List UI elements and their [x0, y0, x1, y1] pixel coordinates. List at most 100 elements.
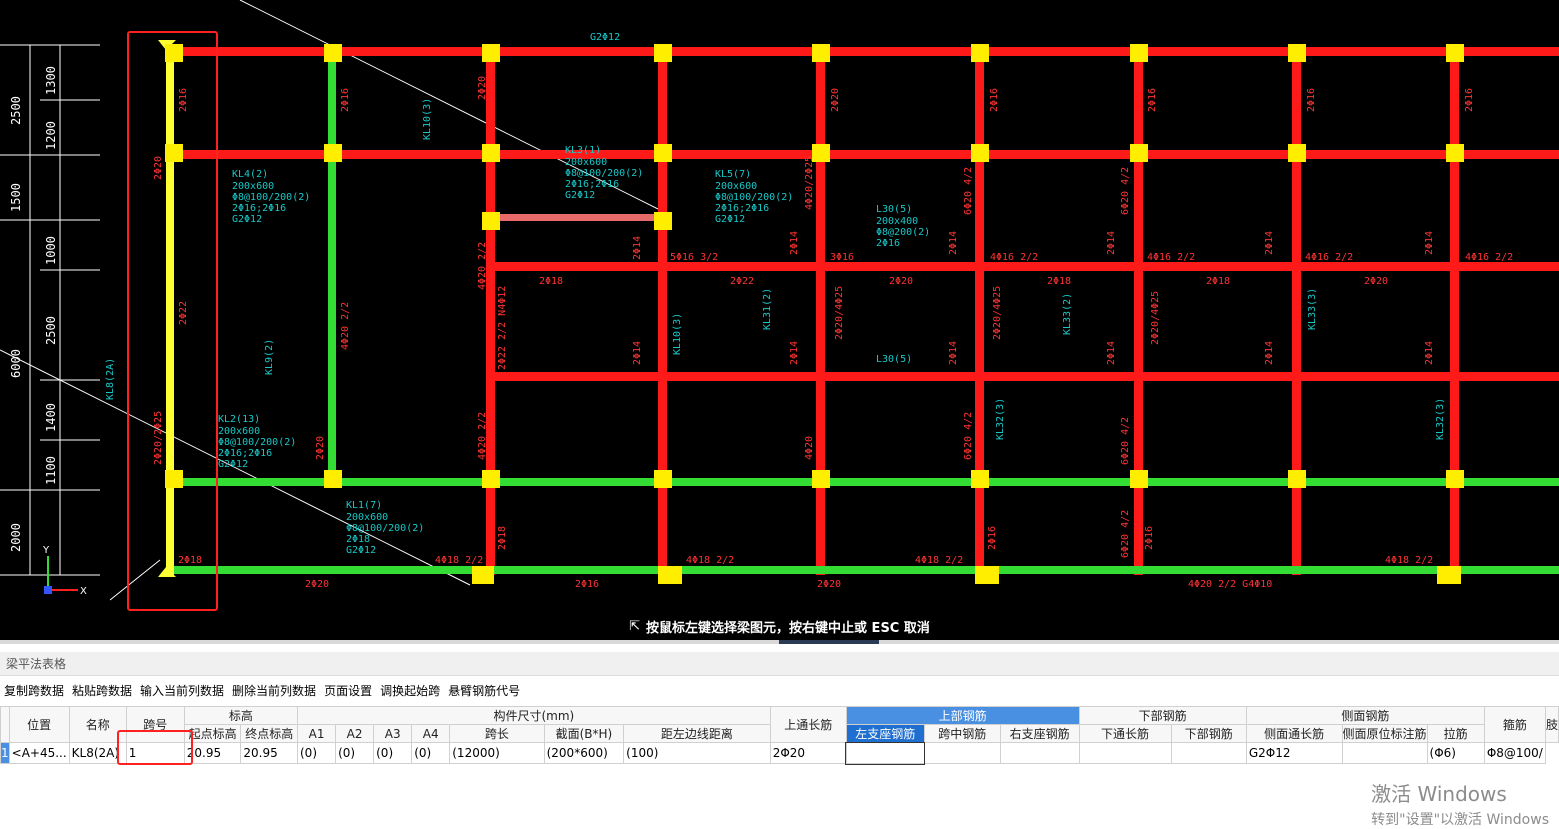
header-left-support[interactable]: 左支座钢筋 — [845, 724, 925, 743]
header-right-support[interactable]: 右支座钢筋 — [999, 724, 1080, 743]
cell-left-support[interactable] — [845, 741, 926, 765]
svg-text:200x600: 200x600 — [346, 512, 388, 523]
header-edge-distance[interactable]: 距左边线距离 — [623, 724, 771, 743]
svg-text:KL33(2): KL33(2) — [1062, 293, 1073, 335]
header-top-through[interactable]: 上通长筋 — [769, 706, 847, 743]
cell-bottom-rebar[interactable] — [1170, 742, 1247, 764]
header-group-elevation: 标高 — [183, 706, 299, 725]
red-beams[interactable] — [170, 47, 1559, 575]
svg-text:4Φ20 2/2: 4Φ20 2/2 — [477, 412, 488, 460]
svg-text:2Φ14: 2Φ14 — [1106, 341, 1117, 365]
page-setup-button[interactable]: 页面设置 — [320, 680, 376, 702]
cell-edge-distance[interactable]: (100) — [623, 742, 771, 764]
cell-span-length[interactable]: (12000) — [449, 742, 545, 764]
header-end-elev[interactable]: 终点标高 — [240, 724, 298, 743]
cell-a1[interactable]: (0) — [296, 742, 337, 764]
svg-text:2Φ14: 2Φ14 — [1424, 341, 1435, 365]
cell-top-through[interactable]: 2Φ20 — [769, 742, 847, 764]
header-a3[interactable]: A3 — [373, 724, 413, 743]
cell-tie[interactable]: (Φ6) — [1426, 742, 1485, 764]
selected-beam-kl8[interactable] — [166, 50, 174, 575]
svg-text:KL32(3): KL32(3) — [995, 398, 1006, 440]
header-span-length[interactable]: 跨长 — [449, 724, 545, 743]
header-side-original[interactable]: 侧面原位标注筋 — [1341, 724, 1428, 743]
input-column-data-button[interactable]: 输入当前列数据 — [136, 680, 228, 702]
beam-plan-drawing[interactable]: 2500 1500 6000 2000 1300 1200 1000 2500 … — [0, 0, 1559, 612]
svg-text:4Φ20: 4Φ20 — [804, 436, 815, 460]
header-stirrup[interactable]: 箍筋 — [1483, 706, 1546, 743]
row-number[interactable]: 1 — [0, 742, 10, 764]
header-rowno — [0, 706, 10, 743]
header-section[interactable]: 截面(B*H) — [543, 724, 625, 743]
panel-splitter[interactable] — [0, 640, 1559, 644]
svg-text:Φ8@100/200(2): Φ8@100/200(2) — [346, 523, 424, 534]
svg-text:2Φ16: 2Φ16 — [178, 88, 189, 112]
header-group-size: 构件尺寸(mm) — [297, 706, 771, 725]
watermark-line1: 激活 Windows — [1371, 782, 1507, 806]
header-bottom-through[interactable]: 下通长筋 — [1078, 724, 1172, 743]
cell-side-original[interactable] — [1341, 742, 1428, 764]
svg-text:G2Φ12: G2Φ12 — [590, 32, 620, 43]
svg-text:KL33(3): KL33(3) — [1307, 288, 1318, 330]
cad-drawing-canvas[interactable]: 2500 1500 6000 2000 1300 1200 1000 2500 … — [0, 0, 1559, 612]
svg-text:2Φ20/2Φ25: 2Φ20/2Φ25 — [153, 411, 164, 465]
swap-start-span-button[interactable]: 调换起始跨 — [376, 680, 444, 702]
cell-side-through[interactable]: G2Φ12 — [1245, 742, 1343, 764]
svg-text:4Φ16 2/2: 4Φ16 2/2 — [1465, 252, 1513, 263]
delete-column-data-button[interactable]: 删除当前列数据 — [228, 680, 320, 702]
copy-span-data-button[interactable]: 复制跨数据 — [0, 680, 68, 702]
svg-text:2Φ16: 2Φ16 — [340, 88, 351, 112]
header-bottom-rebar[interactable]: 下部钢筋 — [1170, 724, 1247, 743]
svg-text:2Φ14: 2Φ14 — [1264, 231, 1275, 255]
svg-text:2Φ16: 2Φ16 — [1144, 526, 1155, 550]
svg-text:2Φ14: 2Φ14 — [632, 236, 643, 260]
svg-text:Φ8@100/200(2): Φ8@100/200(2) — [218, 437, 296, 448]
header-a4[interactable]: A4 — [411, 724, 451, 743]
svg-text:3Φ16: 3Φ16 — [830, 252, 854, 263]
svg-text:2Φ16;2Φ16: 2Φ16;2Φ16 — [715, 203, 769, 214]
svg-text:2Φ20: 2Φ20 — [153, 156, 164, 180]
header-last[interactable]: 肢 — [1544, 706, 1559, 743]
header-a1[interactable]: A1 — [296, 724, 337, 743]
cantilever-rebar-code-button[interactable]: 悬臂钢筋代号 — [444, 680, 524, 702]
paste-span-data-button[interactable]: 粘贴跨数据 — [68, 680, 136, 702]
svg-text:2Φ18: 2Φ18 — [346, 534, 370, 545]
svg-text:2Φ18: 2Φ18 — [178, 555, 202, 566]
cell-end-elev[interactable]: 20.95 — [240, 742, 298, 764]
svg-text:2Φ22: 2Φ22 — [178, 301, 189, 325]
svg-text:Y: Y — [42, 545, 50, 556]
svg-text:KL8(2A): KL8(2A) — [105, 358, 116, 400]
svg-text:2Φ14: 2Φ14 — [1424, 231, 1435, 255]
svg-text:2Φ20/4Φ25: 2Φ20/4Φ25 — [834, 286, 845, 340]
header-side-through[interactable]: 侧面通长筋 — [1245, 724, 1343, 743]
svg-text:2Φ20: 2Φ20 — [305, 579, 329, 590]
svg-text:KL4(2): KL4(2) — [232, 169, 268, 180]
highlighted-beam-kl3[interactable] — [490, 214, 662, 221]
svg-text:2Φ18: 2Φ18 — [497, 526, 508, 550]
cursor-select-icon: ⇱ — [629, 618, 641, 634]
header-tie[interactable]: 拉筋 — [1426, 724, 1485, 743]
svg-text:4Φ18 2/2: 4Φ18 2/2 — [686, 555, 734, 566]
svg-text:2Φ20: 2Φ20 — [830, 88, 841, 112]
cell-a3[interactable]: (0) — [373, 742, 413, 764]
splitter-grip[interactable] — [779, 640, 879, 644]
cell-section[interactable]: (200*600) — [543, 742, 625, 764]
cell-a2[interactable]: (0) — [335, 742, 375, 764]
cell-stirrup[interactable]: Φ8@100/ — [1483, 742, 1546, 764]
panel-title: 梁平法表格 — [0, 652, 1559, 676]
table-row[interactable]: 1 <A+45... KL8(2A) 1 20.95 20.95 (0) (0)… — [0, 741, 1559, 765]
svg-text:G2Φ12: G2Φ12 — [715, 214, 745, 225]
header-mid-span[interactable]: 跨中钢筋 — [923, 724, 1001, 743]
green-beams[interactable] — [170, 52, 1559, 574]
svg-text:2Φ14: 2Φ14 — [789, 231, 800, 255]
header-a2[interactable]: A2 — [335, 724, 375, 743]
header-position[interactable]: 位置 — [8, 706, 70, 743]
cell-a4[interactable]: (0) — [411, 742, 451, 764]
cell-bottom-through[interactable] — [1078, 742, 1172, 764]
cell-right-support[interactable] — [999, 742, 1080, 764]
svg-text:4Φ18 2/2: 4Φ18 2/2 — [915, 555, 963, 566]
svg-text:2Φ16;2Φ16: 2Φ16;2Φ16 — [232, 203, 286, 214]
cell-mid-span[interactable] — [923, 742, 1001, 764]
cell-position[interactable]: <A+45... — [8, 742, 70, 764]
svg-text:5Φ16 3/2: 5Φ16 3/2 — [670, 252, 718, 263]
